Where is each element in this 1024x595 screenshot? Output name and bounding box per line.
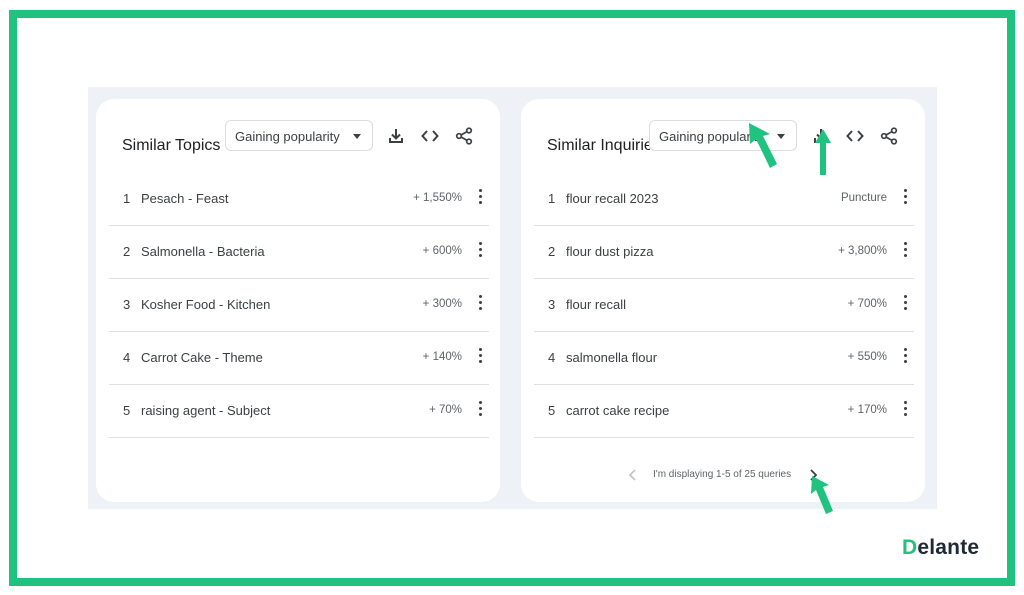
item-value: + 1,550% [413, 192, 462, 204]
more-vert-icon[interactable] [477, 295, 483, 311]
similar-topics-card: Similar Topics Gaining popularity 1 Pesa… [96, 99, 500, 502]
list-item[interactable]: 3 Kosher Food - Kitchen + 300% [109, 279, 489, 332]
more-vert-icon[interactable] [902, 189, 908, 205]
item-value: + 140% [422, 351, 462, 363]
item-value: + 3,800% [838, 245, 887, 257]
card-title: Similar Topics [122, 137, 221, 154]
trends-panels-area: Similar Topics Gaining popularity 1 Pesa… [88, 87, 937, 509]
rank: 1 [123, 191, 131, 206]
rank: 3 [548, 297, 556, 312]
rank: 3 [123, 297, 131, 312]
item-name[interactable]: Kosher Food - Kitchen [141, 297, 270, 312]
item-value: + 550% [847, 351, 887, 363]
item-name[interactable]: flour recall [566, 297, 626, 312]
embed-code-icon[interactable] [420, 126, 440, 146]
item-value: Puncture [840, 192, 887, 204]
list-item[interactable]: 2 Salmonella - Bacteria + 600% [109, 226, 489, 279]
more-vert-icon[interactable] [902, 401, 908, 417]
more-vert-icon[interactable] [477, 401, 483, 417]
inquiries-list: 1 flour recall 2023 Puncture 2 flour dus… [534, 173, 914, 438]
annotation-arrow-icon [749, 123, 777, 168]
pagination-text: I'm displaying 1-5 of 25 queries [653, 469, 792, 480]
rank: 1 [548, 191, 556, 206]
rank: 4 [123, 350, 131, 365]
list-item[interactable]: 1 Pesach - Feast + 1,550% [109, 173, 489, 226]
item-value: + 300% [422, 298, 462, 310]
list-item[interactable]: 1 flour recall 2023 Puncture [534, 173, 914, 226]
item-name[interactable]: flour dust pizza [566, 244, 653, 259]
share-icon[interactable] [879, 126, 899, 146]
more-vert-icon[interactable] [477, 242, 483, 258]
list-item[interactable]: 2 flour dust pizza + 3,800% [534, 226, 914, 279]
annotation-arrow-icon [815, 129, 831, 175]
list-item[interactable]: 5 carrot cake recipe + 170% [534, 385, 914, 438]
embed-code-icon[interactable] [845, 126, 865, 146]
more-vert-icon[interactable] [902, 295, 908, 311]
list-item[interactable]: 3 flour recall + 700% [534, 279, 914, 332]
item-name[interactable]: Carrot Cake - Theme [141, 350, 263, 365]
list-item[interactable]: 4 salmonella flour + 550% [534, 332, 914, 385]
rank: 4 [548, 350, 556, 365]
download-icon[interactable] [386, 126, 406, 146]
list-item[interactable]: 4 Carrot Cake - Theme + 140% [109, 332, 489, 385]
item-name[interactable]: flour recall 2023 [566, 191, 659, 206]
share-icon[interactable] [454, 126, 474, 146]
list-item[interactable]: 5 raising agent - Subject + 70% [109, 385, 489, 438]
item-name[interactable]: Salmonella - Bacteria [141, 244, 265, 259]
similar-inquiries-card: Similar Inquiries Gaining popularity 1 f… [521, 99, 925, 502]
rank: 2 [123, 244, 131, 259]
annotation-arrow-icon [811, 476, 833, 514]
more-vert-icon[interactable] [477, 189, 483, 205]
popularity-dropdown[interactable]: Gaining popularity [225, 120, 373, 151]
rank: 5 [123, 403, 131, 418]
item-name[interactable]: salmonella flour [566, 350, 657, 365]
item-value: + 70% [429, 404, 462, 416]
rank: 5 [548, 403, 556, 418]
chevron-left-icon[interactable] [627, 468, 639, 482]
more-vert-icon[interactable] [902, 242, 908, 258]
caret-down-icon [353, 134, 361, 139]
brand-logo: Delante [902, 536, 980, 559]
pagination: I'm displaying 1-5 of 25 queries [521, 465, 925, 485]
card-title: Similar Inquiries [547, 137, 650, 154]
item-name[interactable]: carrot cake recipe [566, 403, 669, 418]
topics-list: 1 Pesach - Feast + 1,550% 2 Salmonella -… [109, 173, 489, 438]
item-value: + 700% [847, 298, 887, 310]
more-vert-icon[interactable] [477, 348, 483, 364]
item-value: + 600% [422, 245, 462, 257]
item-name[interactable]: Pesach - Feast [141, 191, 228, 206]
item-value: + 170% [847, 404, 887, 416]
item-name[interactable]: raising agent - Subject [141, 403, 270, 418]
more-vert-icon[interactable] [902, 348, 908, 364]
rank: 2 [548, 244, 556, 259]
dropdown-value: Gaining popularity [235, 129, 340, 144]
